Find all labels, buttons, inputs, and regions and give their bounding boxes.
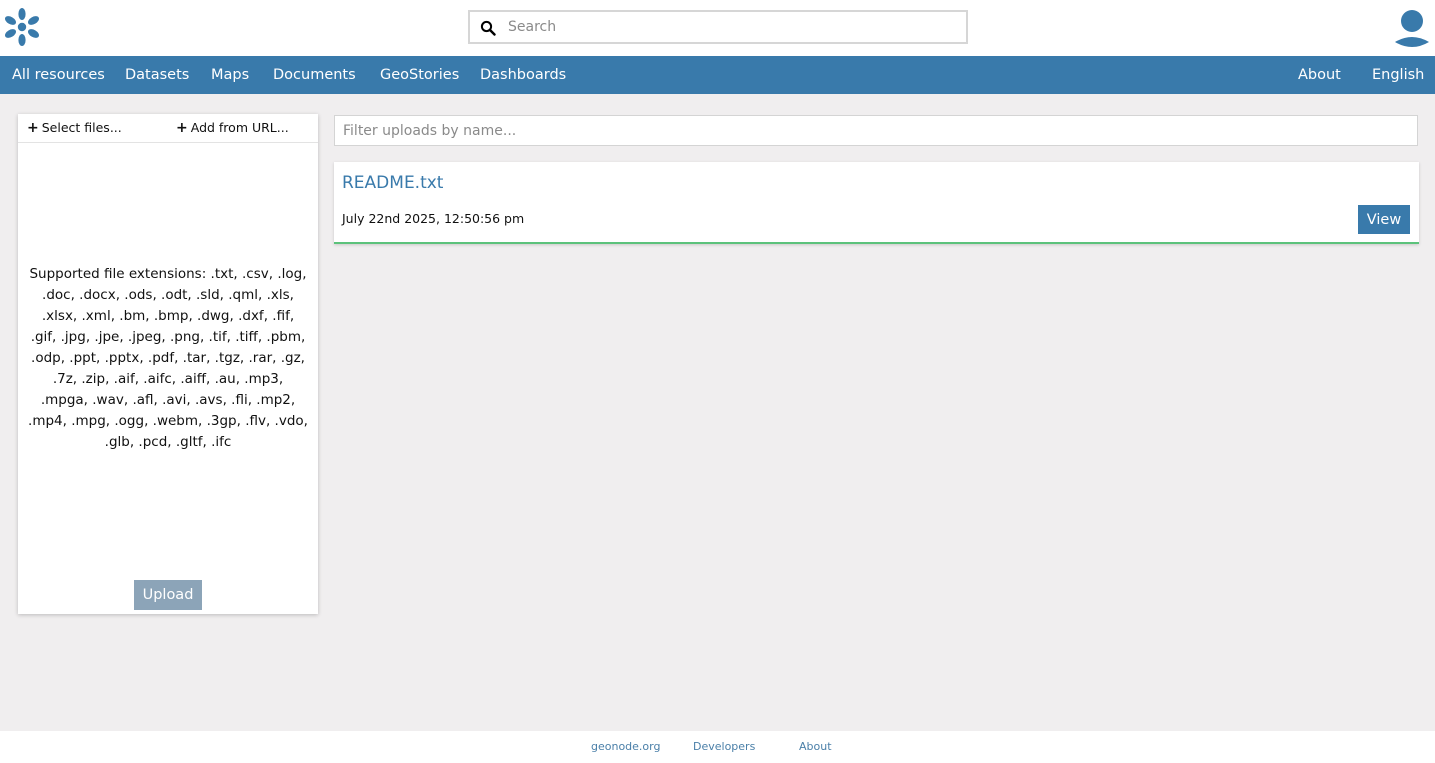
- main-navigation: All resources Datasets Maps Documents Ge…: [0, 56, 1435, 94]
- select-files-button[interactable]: + Select files...: [27, 120, 122, 136]
- nav-datasets[interactable]: Datasets: [125, 56, 189, 94]
- nav-dashboards[interactable]: Dashboards: [480, 56, 566, 94]
- search-icon[interactable]: [480, 20, 496, 36]
- nav-language[interactable]: English: [1372, 56, 1424, 94]
- footer-link-geonode[interactable]: geonode.org: [591, 740, 660, 753]
- filter-uploads-input[interactable]: [334, 115, 1418, 146]
- search-input[interactable]: [508, 12, 958, 42]
- plus-icon: +: [176, 120, 188, 136]
- upload-panel: + Select files... + Add from URL... Suppor…: [18, 114, 318, 614]
- footer-link-developers[interactable]: Developers: [693, 740, 755, 753]
- search-box: [468, 10, 968, 44]
- plus-icon: +: [27, 120, 39, 136]
- nav-geostories[interactable]: GeoStories: [380, 56, 459, 94]
- add-from-url-label: Add from URL...: [190, 120, 289, 135]
- footer-link-about[interactable]: About: [799, 740, 832, 753]
- nav-all-resources[interactable]: All resources: [12, 56, 105, 94]
- upload-date: July 22nd 2025, 12:50:56 pm: [342, 211, 525, 226]
- upload-button[interactable]: Upload: [134, 580, 202, 610]
- nav-about[interactable]: About: [1298, 56, 1341, 94]
- upload-panel-actions: + Select files... + Add from URL...: [18, 114, 318, 143]
- select-files-label: Select files...: [41, 120, 122, 135]
- add-from-url-button[interactable]: + Add from URL...: [176, 120, 289, 136]
- top-header: [0, 0, 1435, 56]
- view-button[interactable]: View: [1358, 205, 1410, 234]
- upload-file-name-link[interactable]: README.txt: [342, 173, 443, 193]
- user-avatar-icon[interactable]: [1393, 8, 1431, 48]
- nav-documents[interactable]: Documents: [273, 56, 356, 94]
- supported-extensions-text: Supported file extensions: .txt, .csv, .…: [28, 266, 308, 450]
- upload-card: README.txt July 22nd 2025, 12:50:56 pm V…: [334, 162, 1419, 244]
- nav-maps[interactable]: Maps: [211, 56, 249, 94]
- footer: geonode.org Developers About: [0, 731, 1435, 763]
- geonode-logo-icon[interactable]: [3, 7, 41, 47]
